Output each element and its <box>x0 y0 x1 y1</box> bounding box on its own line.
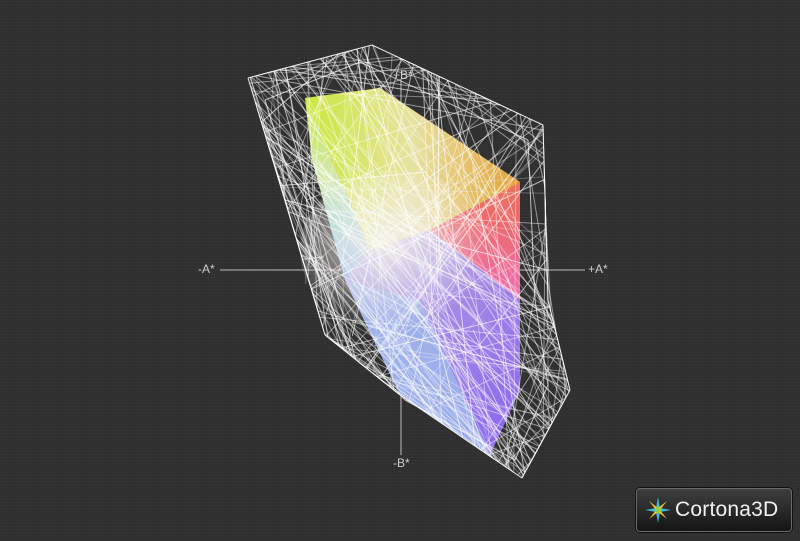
cortona3d-brand-label: Cortona3D <box>675 498 779 521</box>
cortona3d-badge[interactable]: Cortona3D <box>636 488 792 532</box>
axis-label-minus-a: -A* <box>198 262 215 276</box>
axis-label-plus-a: +A* <box>588 262 608 276</box>
viewer-canvas[interactable]: -A* +A* +B* -B* Cortona3D <box>0 0 800 541</box>
cortona-star-icon <box>645 497 671 523</box>
axis-label-minus-b: -B* <box>393 456 410 470</box>
axis-label-plus-b: +B* <box>393 68 413 82</box>
